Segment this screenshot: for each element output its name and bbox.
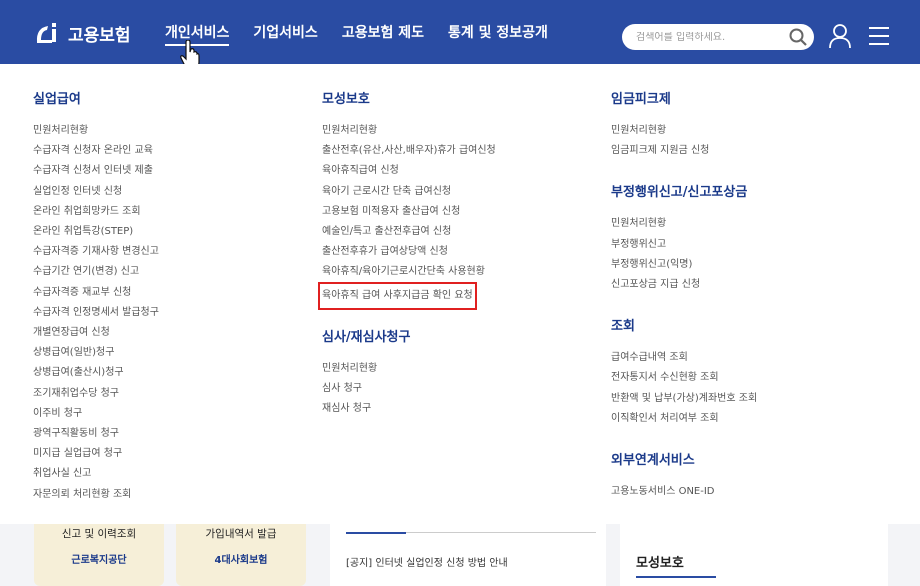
hamburger-menu-icon[interactable] xyxy=(868,26,890,46)
search-input[interactable] xyxy=(622,31,782,43)
menu-link[interactable]: 온라인 취업희망카드 조회 xyxy=(33,202,159,222)
maternity-panel: 모성보호 xyxy=(620,524,888,586)
menu-link[interactable]: 출산전후(유산,사산,배우자)휴가 급여신청 xyxy=(322,141,496,161)
section-title-fraud-report: 부정행위신고/신고포상금 xyxy=(611,185,748,201)
menu-link[interactable]: 취업사실 신고 xyxy=(33,464,159,484)
menu-link[interactable]: 개별연장급여 신청 xyxy=(33,323,159,343)
menu-link[interactable]: 육아휴직급여 신청 xyxy=(322,161,496,181)
nav-statistics[interactable]: 통계 및 정보공개 xyxy=(448,22,548,42)
section-title-wage-peak: 임금피크제 xyxy=(611,92,671,107)
menu-link[interactable]: 상병급여(일반)청구 xyxy=(33,343,159,363)
menu-link[interactable]: 이직확인서 처리여부 조회 xyxy=(611,409,757,429)
nav-business-services[interactable]: 기업서비스 xyxy=(253,22,317,42)
tab-indicator xyxy=(346,532,406,534)
logo-text: 고용보험 xyxy=(68,25,131,46)
menu-link[interactable]: 수급자격 신청자 온라인 교육 xyxy=(33,141,159,161)
menu-link[interactable]: 재심사 청구 xyxy=(322,399,496,419)
menu-link[interactable]: 온라인 취업특강(STEP) xyxy=(33,222,159,242)
menu-link[interactable]: 반환액 및 납부(가상)계좌번호 조회 xyxy=(611,389,757,409)
menu-link[interactable]: 실업인정 인터넷 신청 xyxy=(33,182,159,202)
section-title-external: 외부연계서비스 xyxy=(611,453,695,469)
notice-panel: [공지] 인터넷 실업인정 신청 방법 안내 xyxy=(330,524,606,586)
menu-link[interactable]: 민원처리현황 xyxy=(611,214,757,234)
page-content-below: 신고 및 이력조회 근로복지공단 가입내역서 발급 4대사회보험 [공지] 인터… xyxy=(0,524,920,586)
menu-link[interactable]: 수급자격 신청서 인터넷 제출 xyxy=(33,161,159,181)
card-title: 가입내역서 발급 xyxy=(205,528,277,540)
menu-link[interactable]: 고용보험 미적용자 출산급여 신청 xyxy=(322,202,496,222)
section-title-appeal: 심사/재심사청구 xyxy=(322,329,411,345)
card-record-inquiry[interactable]: 신고 및 이력조회 근로복지공단 xyxy=(34,524,164,586)
nav-insurance-system[interactable]: 고용보험 제도 xyxy=(342,22,424,42)
menu-link[interactable]: 신고포상금 지급 신청 xyxy=(611,275,757,295)
menu-link[interactable]: 수급자격증 기재사항 변경신고 xyxy=(33,242,159,262)
menu-link[interactable]: 조기재취업수당 청구 xyxy=(33,384,159,404)
menu-link[interactable]: 상병급여(출산시)청구 xyxy=(33,363,159,383)
section-title-unemployment: 실업급여 xyxy=(33,92,81,107)
menu-link[interactable]: 부정행위신고(익명) xyxy=(611,255,757,275)
main-nav: 개인서비스 기업서비스 고용보험 제도 통계 및 정보공개 xyxy=(165,0,572,64)
column-unemployment: 실업급여 민원처리현황 수급자격 신청자 온라인 교육 수급자격 신청서 인터넷… xyxy=(33,88,159,505)
menu-link[interactable]: 출산전후휴가 급여상당액 신청 xyxy=(322,242,496,262)
ei-logo-icon xyxy=(36,23,56,43)
divider xyxy=(406,532,596,533)
card-org-label: 4대사회보험 xyxy=(214,555,268,566)
search-box[interactable] xyxy=(622,24,814,50)
card-org-label: 근로복지공단 xyxy=(71,555,127,566)
menu-link[interactable]: 광역구직활동비 청구 xyxy=(33,424,159,444)
section-title-maternity: 모성보호 xyxy=(322,92,370,107)
menu-link[interactable]: 자문의뢰 처리현황 조회 xyxy=(33,485,159,505)
site-logo[interactable]: 고용보험 xyxy=(34,20,131,46)
menu-link[interactable]: 육아휴직 급여 사후지급금 확인 요청 xyxy=(318,281,477,310)
menu-link[interactable]: 민원처리현황 xyxy=(33,121,159,141)
menu-link[interactable]: 임금피크제 지원금 신청 xyxy=(611,141,757,161)
menu-link[interactable]: 급여수급내역 조회 xyxy=(611,348,757,368)
nav-personal-services[interactable]: 개인서비스 xyxy=(165,22,230,46)
menu-link[interactable]: 이주비 청구 xyxy=(33,404,159,424)
section-title-inquiry: 조회 xyxy=(611,319,635,335)
menu-link[interactable]: 수급자격증 재교부 신청 xyxy=(33,283,159,303)
top-header: 고용보험 개인서비스 기업서비스 고용보험 제도 통계 및 정보공개 xyxy=(0,0,920,64)
title-underline xyxy=(636,576,716,578)
menu-link[interactable]: 수급자격 인정명세서 발급청구 xyxy=(33,303,159,323)
search-icon[interactable] xyxy=(788,27,808,47)
menu-link[interactable]: 미지급 실업급여 청구 xyxy=(33,444,159,464)
menu-link[interactable]: 심사 청구 xyxy=(322,379,496,399)
panel-title: 모성보호 xyxy=(636,556,684,571)
menu-link[interactable]: 예술인/특고 출산전후급여 신청 xyxy=(322,222,496,242)
menu-link[interactable]: 민원처리현황 xyxy=(611,121,757,141)
user-icon[interactable] xyxy=(828,23,852,49)
menu-link[interactable]: 전자통지서 수신현황 조회 xyxy=(611,368,757,388)
card-enrollment-cert[interactable]: 가입내역서 발급 4대사회보험 xyxy=(176,524,306,586)
menu-link[interactable]: 육아휴직/육아기근로시간단축 사용현황 xyxy=(322,262,496,282)
column-maternity: 모성보호 민원처리현황 출산전후(유산,사산,배우자)휴가 급여신청 육아휴직급… xyxy=(318,88,496,419)
card-title: 신고 및 이력조회 xyxy=(61,528,137,540)
mega-menu: 실업급여 민원처리현황 수급자격 신청자 온라인 교육 수급자격 신청서 인터넷… xyxy=(0,64,920,524)
menu-link[interactable]: 육아기 근로시간 단축 급여신청 xyxy=(322,182,496,202)
menu-link[interactable]: 민원처리현황 xyxy=(322,359,496,379)
column-other: 임금피크제 민원처리현황 임금피크제 지원금 신청 부정행위신고/신고포상금 민… xyxy=(611,88,757,502)
menu-link[interactable]: 부정행위신고 xyxy=(611,235,757,255)
menu-link[interactable]: 고용노동서비스 ONE-ID xyxy=(611,482,757,502)
menu-link[interactable]: 수급기간 연기(변경) 신고 xyxy=(33,262,159,282)
menu-link[interactable]: 민원처리현황 xyxy=(322,121,496,141)
notice-item[interactable]: [공지] 인터넷 실업인정 신청 방법 안내 xyxy=(346,554,508,569)
